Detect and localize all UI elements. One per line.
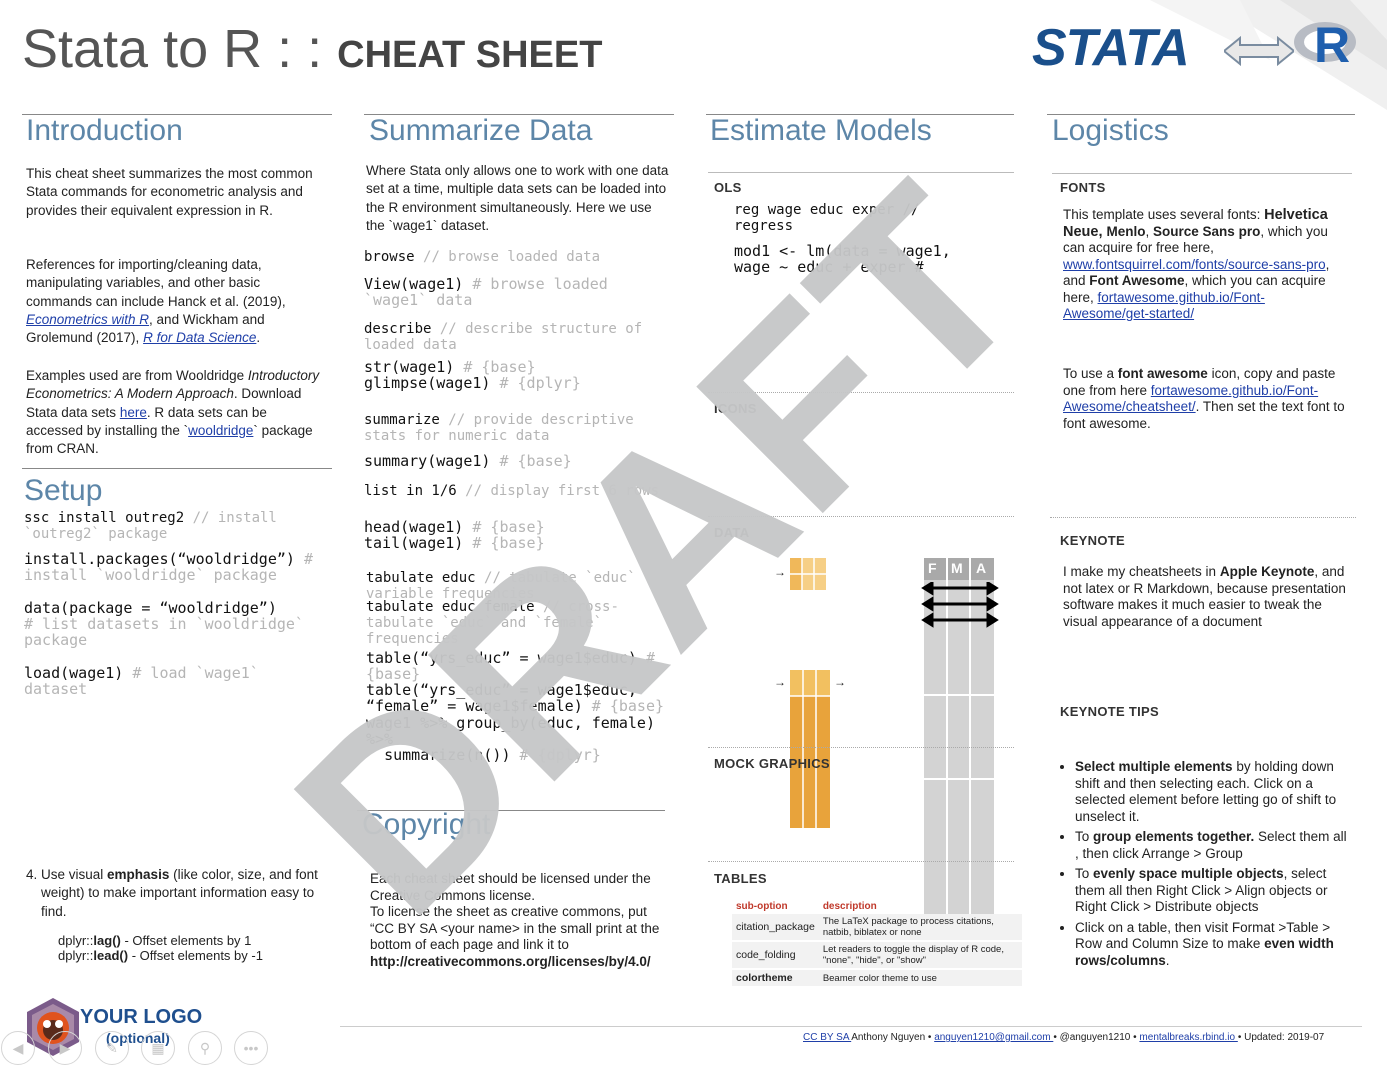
wooldridge-package-link[interactable]: wooldridge bbox=[188, 423, 253, 438]
keynote-text: I make my cheatsheets in Apple Keynote, … bbox=[1063, 564, 1346, 629]
fma-f: F bbox=[928, 560, 937, 576]
tabulate-cross-code: tabulate educ female // cross-tabulate `… bbox=[366, 599, 619, 647]
ols-stata-code: reg wage educ exper // regress bbox=[734, 202, 920, 234]
view-code: View(wage1) # browse loaded `wage1` data bbox=[364, 275, 617, 309]
keynote-label: KEYNOTE bbox=[1060, 533, 1125, 548]
fonts-label: FONTS bbox=[1060, 180, 1106, 195]
email-link[interactable]: anguyen1210@gmail.com bbox=[934, 1032, 1053, 1043]
intro-paragraph-1: This cheat sheet summarizes the most com… bbox=[26, 166, 313, 218]
page-title: Stata to R : : CHEAT SHEET bbox=[22, 19, 603, 79]
table-header: description bbox=[822, 901, 877, 912]
summary-code: summary(wage1) # {base} bbox=[364, 452, 572, 470]
emphasis-item: 4. Use visual emphasis (like color, size… bbox=[26, 867, 318, 919]
setup-code-3: data(package = “wooldridge”) # list datas… bbox=[24, 599, 313, 649]
fma-m: M bbox=[951, 560, 963, 576]
summarize-code: summarize // provide descriptive stats f… bbox=[364, 412, 643, 444]
table-code-1: table(“yrs_educ” = wage1$educ) # {base} bbox=[366, 649, 665, 683]
cc-by-sa-link[interactable]: CC BY SA bbox=[803, 1032, 851, 1043]
browse-code: browse // browse loaded data bbox=[364, 249, 601, 265]
more-options-icon[interactable]: ••• bbox=[234, 1031, 268, 1065]
previous-slide-icon[interactable]: ◀ bbox=[1, 1031, 35, 1065]
list-code: list in 1/6 // display first 6 rows bbox=[364, 483, 660, 499]
setup-code-4: load(wage1) # load `wage1` dataset bbox=[24, 664, 268, 698]
list-item: To group elements together. Select them … bbox=[1075, 829, 1351, 862]
ols-r-code: mod1 <- lm(data = wage1, wage ~ educ + e… bbox=[734, 242, 951, 276]
mock-graphics-label: MOCK GRAPHICS bbox=[714, 756, 830, 771]
describe-code: describe // describe structure of loaded… bbox=[364, 321, 651, 353]
keynote-tips-label: KEYNOTE TIPS bbox=[1060, 704, 1159, 719]
table-header: sub-option bbox=[736, 901, 788, 912]
setup-code-2: install.packages(“wooldridge”) # install… bbox=[24, 550, 323, 584]
logistics-heading: Logistics bbox=[1052, 114, 1169, 147]
list-item: Select multiple elements by holding down… bbox=[1075, 759, 1351, 825]
creative-commons-link[interactable]: http://creativecommons.org/licenses/by/4… bbox=[370, 954, 670, 971]
pen-icon[interactable]: ✎ bbox=[95, 1031, 129, 1065]
head-tail-code: head(wage1) # {base} tail(wage1) # {base} bbox=[364, 518, 545, 552]
arrow-right-icon: → bbox=[774, 565, 786, 579]
table-row: colortheme Beamer color theme to use bbox=[732, 969, 1022, 988]
table-row: citation_package The LaTeX package to pr… bbox=[732, 914, 1022, 942]
stata-r-logo: STATA R bbox=[1032, 17, 1362, 78]
setup-code-1: ssc install outreg2 // install `outreg2`… bbox=[24, 510, 286, 542]
logo-text: YOUR LOGO bbox=[80, 1006, 203, 1028]
setup-heading: Setup bbox=[24, 474, 103, 507]
arrow-right-icon-2: → bbox=[774, 675, 786, 689]
summarize-intro: Where Stata only allows one to work with… bbox=[366, 163, 669, 233]
ols-label: OLS bbox=[714, 180, 742, 195]
summarize-heading: Summarize Data bbox=[369, 114, 593, 147]
str-glimpse-code: str(wage1) # {base} glimpse(wage1) # {dpl… bbox=[364, 358, 581, 392]
tables-label: TABLES bbox=[714, 871, 767, 886]
tabulate-code: tabulate educ // tabulate `educ` variabl… bbox=[366, 570, 645, 602]
double-arrows-icon bbox=[921, 582, 999, 628]
stata-datasets-link[interactable]: here bbox=[120, 405, 147, 420]
arrow-right-icon-3: → bbox=[834, 675, 846, 689]
list-item: To evenly space multiple objects, select… bbox=[1075, 866, 1351, 916]
fma-a: A bbox=[976, 560, 987, 576]
fonts-text-2: To use a font awesome icon, copy and pas… bbox=[1063, 366, 1345, 431]
zoom-icon[interactable]: ⚲ bbox=[188, 1031, 222, 1065]
double-arrow-icon bbox=[1224, 36, 1294, 66]
dplyr-lag-lead: dplyr::lag() - Offset elements by 1 dply… bbox=[58, 933, 263, 963]
keynote-tips: Select multiple elements by holding down… bbox=[1061, 759, 1351, 973]
table-code-2: table(“yrs_educ” = wage1$educ, “female” … bbox=[366, 681, 665, 715]
icons-label: ICONS bbox=[714, 401, 757, 416]
website-link[interactable]: mentalbreaks.rbind.io bbox=[1139, 1032, 1237, 1043]
footer-credits: CC BY SA Anthony Nguyen • anguyen1210@gm… bbox=[803, 1032, 1325, 1043]
dplyr-summarize-code: wage1 %>% group_by(educ, female) %>% sum… bbox=[366, 714, 655, 764]
econometrics-with-r-link[interactable]: Econometrics with R bbox=[26, 312, 149, 327]
data-label: DATA bbox=[714, 525, 750, 540]
data-grid-tall bbox=[790, 670, 830, 828]
estimate-heading: Estimate Models bbox=[710, 114, 932, 147]
options-table: sub-option description citation_package … bbox=[732, 899, 1022, 988]
list-item: Click on a table, then visit Format >Tab… bbox=[1075, 920, 1351, 970]
table-row: code_folding Let readers to toggle the d… bbox=[732, 941, 1022, 970]
fontsquirrel-link[interactable]: www.fontsquirrel.com/fonts/source-sans-p… bbox=[1063, 257, 1326, 272]
data-grid-small bbox=[790, 558, 826, 590]
fonts-text-1: This template uses several fonts: Helvet… bbox=[1063, 207, 1330, 321]
introduction-heading: Introduction bbox=[26, 114, 183, 147]
intro-paragraph-3: Examples used are from Wooldridge Introd… bbox=[26, 368, 320, 457]
next-slide-icon[interactable]: ▶ bbox=[48, 1031, 82, 1065]
r-logo: R bbox=[1294, 17, 1360, 73]
copyright-text: Each cheat sheet should be licensed unde… bbox=[370, 871, 670, 970]
intro-paragraph-2: References for importing/cleaning data, … bbox=[26, 257, 286, 346]
r-for-data-science-link[interactable]: R for Data Science bbox=[143, 330, 256, 345]
slides-grid-icon[interactable]: ▦ bbox=[141, 1031, 175, 1065]
copyright-heading: Copyright bbox=[362, 808, 491, 841]
